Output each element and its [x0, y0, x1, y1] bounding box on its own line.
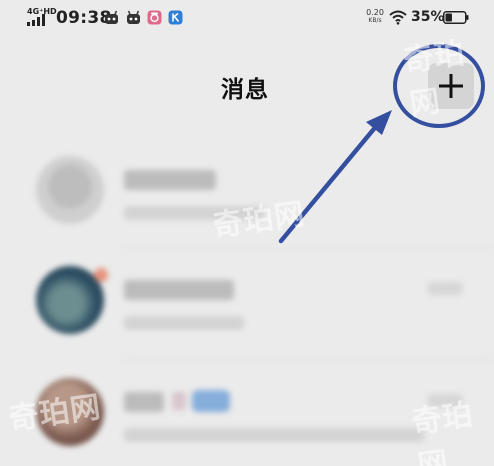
network-speed-value: 0.20 [366, 8, 384, 17]
chat-preview-placeholder [124, 316, 244, 330]
message-list [0, 130, 494, 466]
chat-badge [172, 392, 186, 410]
status-bar: 4G⁺HD 09:38 0.20 KB/s 35% [0, 0, 494, 36]
messages-screen: 4G⁺HD 09:38 0.20 KB/s 35% 消息 奇珀网 奇珀网 奇珀网… [0, 0, 494, 466]
page-title: 消息 [221, 77, 269, 103]
list-item[interactable] [0, 258, 494, 368]
list-item[interactable] [0, 370, 494, 466]
list-item[interactable] [0, 148, 494, 258]
divider [124, 248, 494, 249]
robot-icon [105, 10, 118, 24]
network-speed-unit: KB/s [368, 17, 382, 24]
chat-time-placeholder [428, 394, 462, 407]
avatar [36, 156, 104, 224]
avatar [36, 378, 104, 446]
chat-preview-placeholder [124, 206, 264, 220]
add-button[interactable] [428, 63, 474, 109]
robot-icon [127, 10, 140, 24]
chat-name-placeholder [124, 280, 234, 300]
signal-bars-icon [27, 14, 45, 26]
k-app-icon [168, 10, 183, 25]
plus-icon [439, 74, 463, 98]
battery-icon [443, 11, 469, 24]
unread-dot [94, 268, 108, 282]
camera-icon [147, 10, 162, 25]
network-speed: 0.20 KB/s [364, 9, 386, 25]
chat-name-placeholder [124, 392, 164, 412]
wifi-icon [389, 10, 407, 25]
chat-name-placeholder [124, 170, 216, 190]
chat-preview-placeholder [124, 428, 424, 442]
chat-time-placeholder [428, 282, 462, 295]
chat-tag-badge [192, 390, 230, 412]
battery-percent: 35% [411, 9, 445, 25]
divider [124, 358, 494, 359]
